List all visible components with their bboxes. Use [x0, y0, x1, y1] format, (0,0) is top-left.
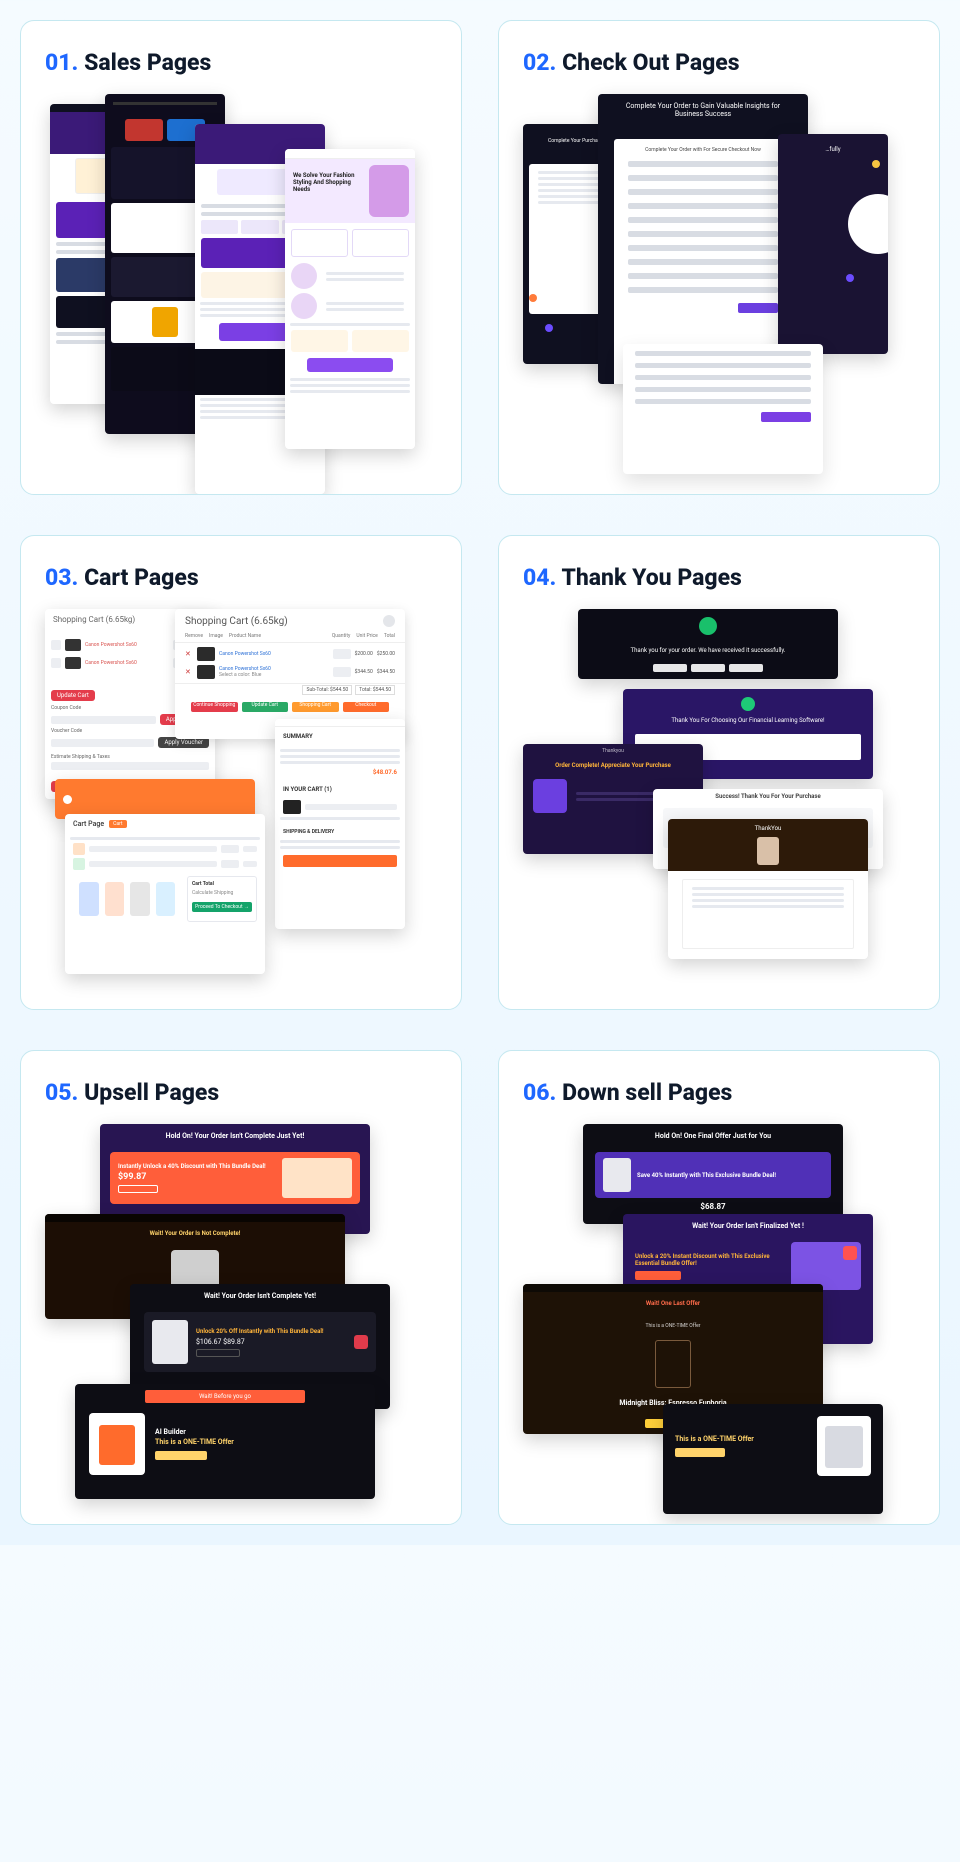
card-upsell-pages: 05. Upsell Pages Hold On! Your Order Isn… — [20, 1050, 462, 1525]
card-number: 03. — [45, 564, 78, 591]
preview-stage: Complete Your Purchase Complete Your Ord… — [523, 94, 915, 474]
card-label: Down sell Pages — [562, 1079, 732, 1106]
card-cart-pages: 03. Cart Pages Shopping Cart (6.65kg) Ca… — [20, 535, 462, 1010]
card-title: 01. Sales Pages — [45, 49, 437, 76]
mock-page: Complete Your Order to Gain Valuable Ins… — [598, 94, 808, 384]
card-label: Upsell Pages — [84, 1079, 219, 1106]
checkout-headline: Complete Your Order to Gain Valuable Ins… — [598, 94, 808, 127]
mock-page — [623, 344, 823, 474]
preview-stage: Thank you for your order. We have receiv… — [523, 609, 915, 989]
mock-cart: Cart Page Cart Cart Total Calculate Ship… — [65, 814, 265, 974]
card-label: Check Out Pages — [562, 49, 740, 76]
card-number: 02. — [523, 49, 556, 76]
mock-page: This is a ONE-TIME Offer — [663, 1404, 883, 1514]
card-title: 03. Cart Pages — [45, 564, 437, 591]
mock-page: ThankYou — [668, 819, 868, 959]
card-title: 04. Thank You Pages — [523, 564, 915, 591]
card-number: 01. — [45, 49, 78, 76]
card-grid: 01. Sales Pages — [20, 20, 940, 1525]
mock-page: …fully — [778, 134, 888, 354]
card-number: 06. — [523, 1079, 556, 1106]
mock-page: Hold On! One Final Offer Just for You Sa… — [583, 1124, 843, 1224]
preview-stage: Shopping Cart (6.65kg) Canon Powershot S… — [45, 609, 437, 989]
mock-page: Wait! Before you go AI Builder This is a… — [75, 1384, 375, 1499]
card-label: Cart Pages — [84, 564, 199, 591]
card-thankyou-pages: 04. Thank You Pages Thank you for your o… — [498, 535, 940, 1010]
card-number: 05. — [45, 1079, 78, 1106]
mock-summary: SUMMARY $48.07.6 IN YOUR CART (1) SHIPPI… — [275, 719, 405, 929]
preview-stage: Hold On! One Final Offer Just for You Sa… — [523, 1124, 915, 1504]
card-title: 05. Upsell Pages — [45, 1079, 437, 1106]
card-number: 04. — [523, 564, 556, 591]
mock-page: Thank you for your order. We have receiv… — [578, 609, 838, 679]
card-sales-pages: 01. Sales Pages — [20, 20, 462, 495]
card-label: Thank You Pages — [561, 564, 741, 591]
card-downsell-pages: 06. Down sell Pages Hold On! One Final O… — [498, 1050, 940, 1525]
preview-stage: We Solve Your Fashion Styling And Shoppi… — [45, 94, 437, 474]
preview-stage: Hold On! Your Order Isn't Complete Just … — [45, 1124, 437, 1504]
card-checkout-pages: 02. Check Out Pages Complete Your Purcha… — [498, 20, 940, 495]
mock-page: We Solve Your Fashion Styling And Shoppi… — [285, 149, 415, 449]
card-label: Sales Pages — [84, 49, 211, 76]
card-title: 06. Down sell Pages — [523, 1079, 915, 1106]
mock-bar — [55, 779, 255, 819]
card-title: 02. Check Out Pages — [523, 49, 915, 76]
